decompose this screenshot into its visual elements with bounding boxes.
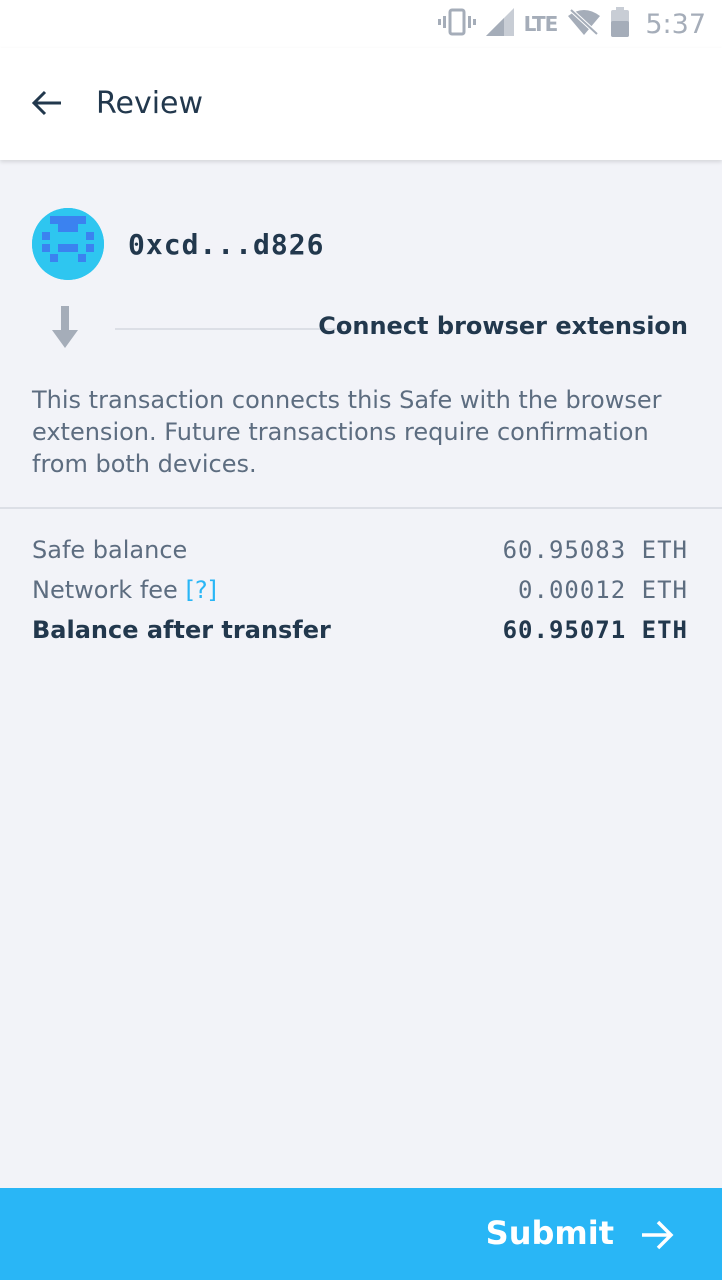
section-divider xyxy=(0,507,722,509)
network-fee-label-group: Network fee [?] xyxy=(32,576,217,604)
network-fee-row: Network fee [?] 0.00012 ETH xyxy=(32,576,688,604)
status-time: 5:37 xyxy=(645,8,706,40)
arrow-left-icon xyxy=(31,89,63,122)
balance-after-label: Balance after transfer xyxy=(32,616,331,644)
app-toolbar: Review xyxy=(0,48,722,160)
submit-button[interactable]: Submit xyxy=(0,1188,722,1280)
arrow-down-icon xyxy=(50,306,80,350)
transaction-description: This transaction connects this Safe with… xyxy=(32,386,662,478)
battery-icon xyxy=(611,6,630,42)
safe-address: 0xcd...d826 xyxy=(128,228,325,261)
balance-after-value: 60.95071 ETH xyxy=(502,616,688,644)
arrow-right-icon xyxy=(640,1218,674,1252)
safe-balance-label: Safe balance xyxy=(32,536,188,564)
signal-icon xyxy=(485,7,514,41)
safe-balance-value: 60.95083 ETH xyxy=(502,536,688,564)
network-fee-label: Network fee xyxy=(32,576,178,604)
safe-avatar xyxy=(32,208,104,280)
back-button[interactable] xyxy=(22,80,72,130)
safe-balance-row: Safe balance 60.95083 ETH xyxy=(32,536,688,564)
page-title: Review xyxy=(96,86,204,121)
connector-line xyxy=(115,328,345,330)
wifi-off-icon xyxy=(567,8,601,41)
network-fee-value: 0.00012 ETH xyxy=(518,576,688,604)
lte-icon: LTE xyxy=(523,12,559,36)
vibrate-icon xyxy=(437,8,476,41)
network-fee-help-link[interactable]: [?] xyxy=(185,576,216,604)
status-icons: LTE 5:37 xyxy=(437,6,706,42)
status-bar: LTE 5:37 xyxy=(0,0,722,48)
transaction-type-label: Connect browser extension xyxy=(318,312,688,340)
balance-after-row: Balance after transfer 60.95071 ETH xyxy=(32,616,688,644)
submit-label: Submit xyxy=(485,1214,614,1252)
